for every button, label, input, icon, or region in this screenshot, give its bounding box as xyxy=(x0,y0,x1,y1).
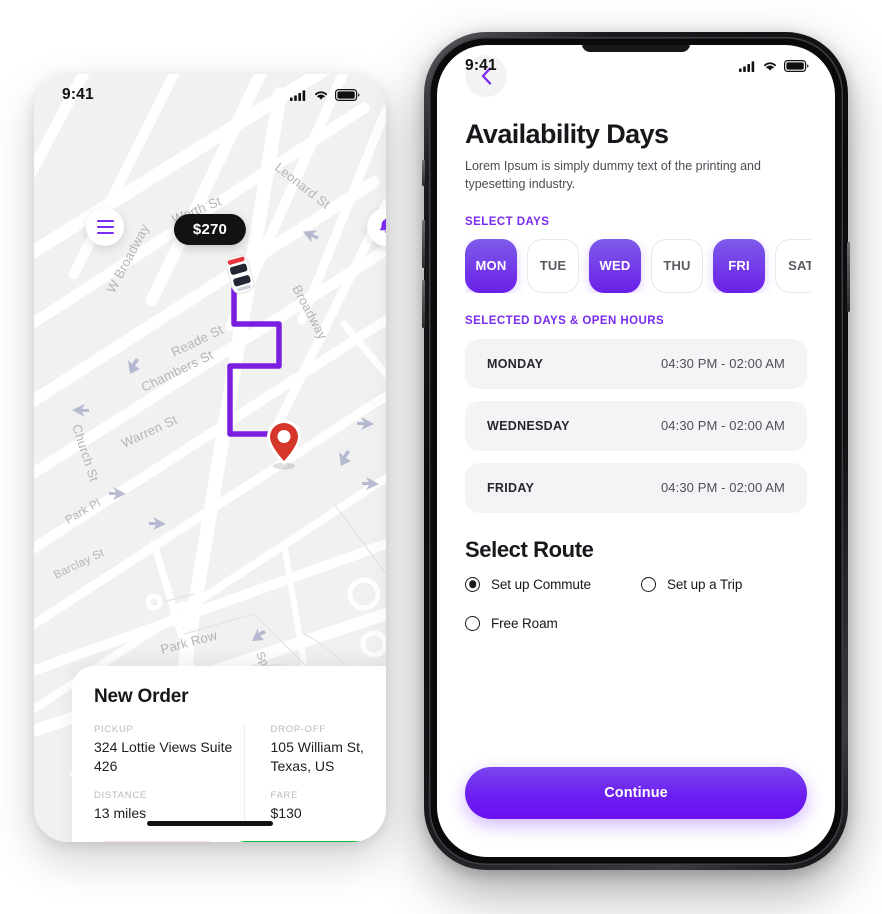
radio-set-up-a-trip[interactable]: Set up a Trip xyxy=(641,576,743,592)
menu-button[interactable] xyxy=(86,208,124,246)
hours-time-range: 04:30 PM - 02:00 AM xyxy=(660,418,785,433)
radio-set-up-commute[interactable]: Set up Commute xyxy=(465,576,641,592)
page-title: Availability Days xyxy=(465,119,669,149)
radio-label: Set up a Trip xyxy=(667,576,743,592)
cellular-signal-icon xyxy=(739,60,755,72)
hours-row-friday[interactable]: FRIDAY 04:30 PM - 02:00 AM xyxy=(465,462,807,513)
status-time: 9:41 xyxy=(465,57,497,74)
right-phone-bezel: 9:41 Availability Days Lorem Ipsum is si… xyxy=(429,37,843,865)
decline-button[interactable]: Decline xyxy=(94,840,220,842)
fare-label: FARE xyxy=(270,790,299,802)
left-phone-screen: W Broadway Worth St Leonard St Broadway … xyxy=(34,74,386,842)
go-to-pickup-button[interactable]: Go To pick up xyxy=(231,840,386,842)
order-actions: Decline Go To pick up xyxy=(94,840,386,842)
cellular-signal-icon xyxy=(290,89,306,101)
distance-field: DISTANCE 13 miles xyxy=(94,790,234,823)
hours-day-name: FRIDAY xyxy=(487,480,535,495)
right-phone-screen: 9:41 Availability Days Lorem Ipsum is si… xyxy=(437,45,835,857)
dropoff-value: 105 William St, Texas, US xyxy=(270,739,364,774)
price-pill: $270 xyxy=(173,214,247,245)
select-days-label: SELECT DAYS xyxy=(465,215,550,228)
day-chip-wed[interactable]: WED xyxy=(589,238,641,293)
status-time: 9:41 xyxy=(62,86,94,103)
notch xyxy=(582,45,690,52)
radio-label: Free Roam xyxy=(491,615,558,631)
continue-button[interactable]: Continue xyxy=(465,767,807,819)
volume-down-button[interactable] xyxy=(422,280,425,328)
route-radio-row-1: Set up Commute Set up a Trip xyxy=(465,576,807,592)
mute-switch[interactable] xyxy=(422,160,425,186)
day-chip-mon[interactable]: MON xyxy=(465,238,517,293)
pickup-label: PICKUP xyxy=(94,724,134,735)
order-details-grid: PICKUP 324 Lottie Views Suite 426 DISTAN… xyxy=(94,724,386,823)
fare-field: FARE $130 xyxy=(271,790,387,823)
order-right-column: DROP-OFF 105 William St, Texas, US FARE … xyxy=(245,724,387,823)
pickup-value: 324 Lottie Views Suite 426 xyxy=(94,739,233,774)
hours-row-wednesday[interactable]: WEDNESDAY 04:30 PM - 02:00 AM xyxy=(465,400,807,451)
radio-button-icon xyxy=(465,576,480,592)
home-indicator xyxy=(147,821,273,826)
hours-day-name: WEDNESDAY xyxy=(487,418,570,433)
dropoff-field: DROP-OFF 105 William St, Texas, US xyxy=(271,724,387,775)
radio-label: Set up Commute xyxy=(491,576,591,592)
fare-value: $130 xyxy=(270,805,302,822)
notification-bell-icon xyxy=(379,217,386,233)
battery-icon xyxy=(335,89,360,101)
status-icons xyxy=(290,89,360,101)
power-button[interactable] xyxy=(847,242,850,312)
page-subtitle: Lorem Ipsum is simply dummy text of the … xyxy=(465,159,761,191)
map-pin-icon[interactable] xyxy=(262,417,306,471)
new-order-card: New Order PICKUP 324 Lottie Views Suite … xyxy=(72,666,386,842)
status-icons xyxy=(739,60,809,72)
day-chip-row[interactable]: MON TUE WED THU FRI SAT SUN xyxy=(465,238,811,293)
hamburger-menu-icon xyxy=(96,220,114,234)
hours-day-name: MONDAY xyxy=(487,356,544,371)
select-route-heading: Select Route xyxy=(465,536,594,562)
right-phone-frame: 9:41 Availability Days Lorem Ipsum is si… xyxy=(422,32,850,870)
radio-button-icon xyxy=(465,615,480,631)
open-hours-label: SELECTED DAYS & OPEN HOURS xyxy=(465,314,665,327)
volume-up-button[interactable] xyxy=(422,220,425,268)
day-chip-fri[interactable]: FRI xyxy=(713,238,765,293)
radio-free-roam[interactable]: Free Roam xyxy=(465,615,641,631)
hours-row-monday[interactable]: MONDAY 04:30 PM - 02:00 AM xyxy=(465,338,807,389)
hours-time-range: 04:30 PM - 02:00 AM xyxy=(660,356,785,371)
order-card-title: New Order xyxy=(94,686,189,707)
route-radio-row-2: Free Roam xyxy=(465,615,807,631)
distance-label: DISTANCE xyxy=(94,790,147,802)
wifi-icon xyxy=(315,91,327,100)
left-status-bar: 9:41 xyxy=(34,74,386,116)
wifi-icon xyxy=(764,62,776,71)
car-icon xyxy=(225,255,255,294)
day-chip-thu[interactable]: THU xyxy=(651,238,703,293)
hours-time-range: 04:30 PM - 02:00 AM xyxy=(660,480,785,495)
dropoff-label: DROP-OFF xyxy=(270,724,326,735)
day-chip-sat[interactable]: SAT xyxy=(775,238,811,293)
radio-button-icon xyxy=(641,576,656,592)
order-left-column: PICKUP 324 Lottie Views Suite 426 DISTAN… xyxy=(94,724,244,823)
pickup-field: PICKUP 324 Lottie Views Suite 426 xyxy=(94,724,234,775)
route-radio-group[interactable]: Set up Commute Set up a Trip Free Roam xyxy=(465,576,807,631)
availability-page: Availability Days Lorem Ipsum is simply … xyxy=(437,45,835,857)
battery-icon xyxy=(784,60,809,72)
day-chip-tue[interactable]: TUE xyxy=(527,238,579,293)
